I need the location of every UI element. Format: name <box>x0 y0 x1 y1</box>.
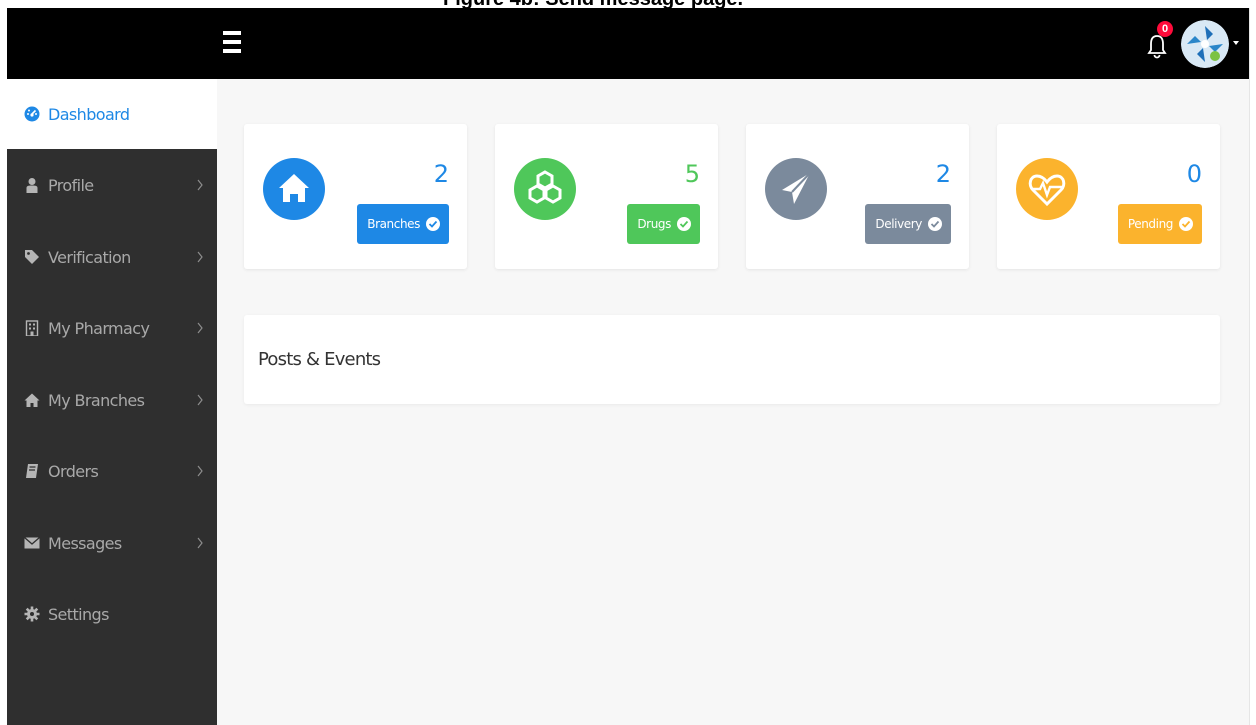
sidebar-item-profile[interactable]: Profile <box>7 150 217 220</box>
home-icon <box>279 174 309 202</box>
sidebar-item-verification[interactable]: Verification <box>7 222 217 292</box>
chevron-right-icon <box>197 251 203 263</box>
drugs-button[interactable]: Drugs <box>627 204 700 244</box>
sidebar-item-messages[interactable]: Messages <box>7 508 217 578</box>
home-icon <box>24 393 40 407</box>
delivery-icon-circle <box>765 158 827 220</box>
drugs-icon-circle <box>514 158 576 220</box>
drugs-label: Drugs <box>637 217 671 231</box>
gear-icon <box>24 606 40 622</box>
dashboard-icon <box>24 106 40 122</box>
branches-button[interactable]: Branches <box>357 204 449 244</box>
book-icon <box>26 464 38 478</box>
sidebar-item-my-branches[interactable]: My Branches <box>7 365 217 435</box>
pending-count: 0 <box>1186 160 1202 188</box>
branches-count: 2 <box>433 160 449 188</box>
check-circle-icon <box>677 217 691 231</box>
pending-icon-circle <box>1016 158 1078 220</box>
sidebar-item-dashboard[interactable]: Dashboard <box>7 79 217 149</box>
paper-plane-icon <box>782 172 811 204</box>
sidebar: Dashboard Profile Verification My Pharma… <box>7 79 217 725</box>
stat-card-drugs: 5 Drugs <box>495 124 718 269</box>
pending-label: Pending <box>1127 217 1174 231</box>
sidebar-item-orders[interactable]: Orders <box>7 436 217 506</box>
avatar-dropdown-caret-icon[interactable] <box>1233 41 1239 45</box>
main-content: 2 Branches 5 Drugs 2 Delivery 0 Pending … <box>217 79 1249 725</box>
posts-events-title: Posts & Events <box>258 349 381 370</box>
heartbeat-icon <box>1028 174 1066 207</box>
building-icon <box>25 320 39 336</box>
figure-caption: Figure 4b: Send message page. <box>0 0 1256 8</box>
sidebar-item-label: Settings <box>48 604 109 624</box>
tag-icon <box>25 250 39 264</box>
chevron-right-icon <box>197 179 203 191</box>
branches-icon-circle <box>263 158 325 220</box>
delivery-count: 2 <box>935 160 951 188</box>
sidebar-item-label: Profile <box>48 175 94 195</box>
envelope-icon <box>24 537 40 549</box>
pending-button[interactable]: Pending <box>1117 204 1202 244</box>
chevron-right-icon <box>197 394 203 406</box>
stat-card-branches: 2 Branches <box>244 124 467 269</box>
sidebar-item-my-pharmacy[interactable]: My Pharmacy <box>7 293 217 363</box>
delivery-button[interactable]: Delivery <box>865 204 951 244</box>
check-circle-icon <box>1179 217 1193 231</box>
sidebar-item-settings[interactable]: Settings <box>7 579 217 649</box>
window-edge <box>1249 8 1250 725</box>
notification-badge: 0 <box>1157 21 1173 37</box>
check-circle-icon <box>928 217 942 231</box>
sidebar-item-label: Orders <box>48 461 99 481</box>
sidebar-item-label: My Branches <box>48 390 145 410</box>
check-circle-icon <box>426 217 440 231</box>
cubes-icon <box>528 170 562 204</box>
sidebar-item-label: Verification <box>48 247 131 267</box>
chevron-right-icon <box>197 322 203 334</box>
menu-toggle-icon[interactable] <box>223 31 241 53</box>
delivery-label: Delivery <box>875 217 922 231</box>
top-navbar: 0 <box>7 8 1249 79</box>
stat-card-delivery: 2 Delivery <box>746 124 969 269</box>
posts-events-panel: Posts & Events <box>244 315 1220 404</box>
branches-label: Branches <box>367 217 420 231</box>
sidebar-item-label: Messages <box>48 533 122 553</box>
user-avatar[interactable] <box>1181 20 1229 68</box>
chevron-right-icon <box>197 465 203 477</box>
user-icon <box>26 178 38 193</box>
chevron-right-icon <box>197 537 203 549</box>
drugs-count: 5 <box>684 160 700 188</box>
stat-card-pending: 0 Pending <box>997 124 1220 269</box>
figure-caption-text: Figure 4b: Send message page. <box>443 0 743 8</box>
sidebar-item-label: Dashboard <box>48 104 130 124</box>
sidebar-item-label: My Pharmacy <box>48 318 150 338</box>
